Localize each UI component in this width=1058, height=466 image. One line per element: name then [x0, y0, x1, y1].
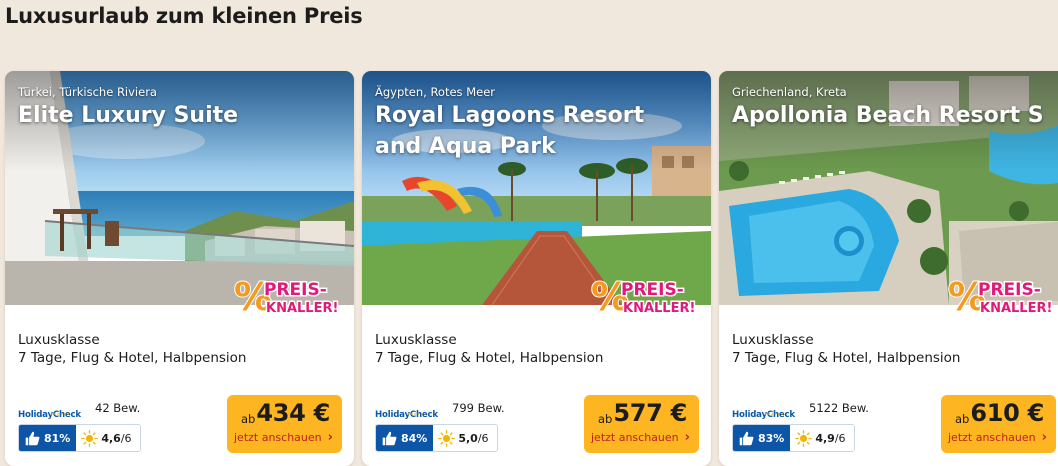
sun-rating: 4,6/6 — [76, 425, 140, 451]
hotel-location: Türkei, Türkische Riviera — [18, 85, 157, 99]
price-value: 577 € — [613, 399, 687, 427]
chevron-right-icon: › — [684, 430, 690, 445]
chevron-right-icon: › — [1041, 430, 1047, 445]
hotel-location: Griechenland, Kreta — [732, 85, 847, 99]
hotel-image[interactable]: Türkei, Türkische Riviera Elite Luxury S… — [5, 71, 354, 305]
view-offer-link[interactable]: jetzt anschauen — [234, 431, 322, 444]
chevron-right-icon: › — [327, 430, 333, 445]
hotel-category: Luxusklasse — [375, 332, 457, 348]
preisknaller-badge: % PREIS- KNALLER! — [947, 274, 1056, 320]
hotel-name[interactable]: Elite Luxury Suite — [18, 100, 340, 131]
recommendation-rate: 83% — [733, 425, 791, 451]
view-offer-link[interactable]: jetzt anschauen — [948, 431, 1036, 444]
hotel-category: Luxusklasse — [18, 332, 100, 348]
package-description: 7 Tage, Flug & Hotel, Halbpension — [18, 350, 247, 366]
rating-box: 83% 4,9/6 — [732, 424, 855, 452]
percent-icon: % PREIS- KNALLER! — [947, 274, 1054, 320]
rating-box: 81% 4,6/6 — [18, 424, 141, 452]
package-description: 7 Tage, Flug & Hotel, Halbpension — [732, 350, 961, 366]
recommendation-rate: 84% — [376, 425, 434, 451]
offer-card[interactable]: Türkei, Türkische Riviera Elite Luxury S… — [5, 71, 354, 466]
sun-icon — [795, 429, 813, 447]
holidaycheck-logo: HolidayCheck ★★★★★★ — [732, 410, 795, 420]
hotel-name[interactable]: Apollonia Beach Resort S — [732, 100, 1054, 131]
price-button[interactable]: ab 434 € jetzt anschauen › — [227, 395, 342, 453]
offer-card[interactable]: Ägypten, Rotes Meer Royal Lagoons Resort… — [362, 71, 711, 466]
price-prefix: ab — [241, 412, 256, 426]
price-prefix: ab — [598, 412, 613, 426]
holidaycheck-logo: HolidayCheck ★★★★★★ — [375, 410, 438, 420]
svg-text:PREIS-: PREIS- — [621, 280, 684, 300]
price-button[interactable]: ab 610 € jetzt anschauen › — [941, 395, 1056, 453]
review-count: 799 Bew. — [452, 401, 505, 415]
price-value: 610 € — [970, 399, 1044, 427]
offer-card[interactable]: Griechenland, Kreta Apollonia Beach Reso… — [719, 71, 1058, 466]
hotel-name[interactable]: Royal Lagoons Resort and Aqua Park — [375, 100, 697, 162]
rating-box: 84% 5,0/6 — [375, 424, 498, 452]
view-offer-link[interactable]: jetzt anschauen — [591, 431, 679, 444]
sun-icon — [81, 429, 99, 447]
thumbs-up-icon — [382, 431, 397, 445]
price-value: 434 € — [256, 399, 330, 427]
percent-icon: % PREIS- KNALLER! — [590, 274, 697, 320]
sun-rating: 5,0/6 — [433, 425, 497, 451]
svg-text:KNALLER!: KNALLER! — [980, 301, 1052, 316]
hotel-image[interactable]: Ägypten, Rotes Meer Royal Lagoons Resort… — [362, 71, 711, 305]
thumbs-up-icon — [25, 431, 40, 445]
svg-text:PREIS-: PREIS- — [978, 280, 1041, 300]
hotel-location: Ägypten, Rotes Meer — [375, 85, 495, 99]
percent-icon: % PREIS- KNALLER! — [233, 274, 340, 320]
section-title: Luxusurlaub zum kleinen Preis — [5, 4, 363, 28]
recommendation-rate: 81% — [19, 425, 77, 451]
holidaycheck-logo: HolidayCheck ★★★★★★ — [18, 410, 81, 420]
review-count: 5122 Bew. — [809, 401, 869, 415]
preisknaller-badge: % PREIS- KNALLER! — [233, 274, 342, 320]
hotel-image[interactable]: Griechenland, Kreta Apollonia Beach Reso… — [719, 71, 1058, 305]
review-count: 42 Bew. — [95, 401, 141, 415]
svg-text:KNALLER!: KNALLER! — [266, 301, 338, 316]
price-button[interactable]: ab 577 € jetzt anschauen › — [584, 395, 699, 453]
thumbs-up-icon — [739, 431, 754, 445]
offer-card-list: Türkei, Türkische Riviera Elite Luxury S… — [0, 71, 1058, 466]
package-description: 7 Tage, Flug & Hotel, Halbpension — [375, 350, 604, 366]
price-prefix: ab — [955, 412, 970, 426]
svg-text:KNALLER!: KNALLER! — [623, 301, 695, 316]
sun-icon — [438, 429, 456, 447]
hotel-category: Luxusklasse — [732, 332, 814, 348]
svg-text:PREIS-: PREIS- — [264, 280, 327, 300]
preisknaller-badge: % PREIS- KNALLER! — [590, 274, 699, 320]
sun-rating: 4,9/6 — [790, 425, 854, 451]
